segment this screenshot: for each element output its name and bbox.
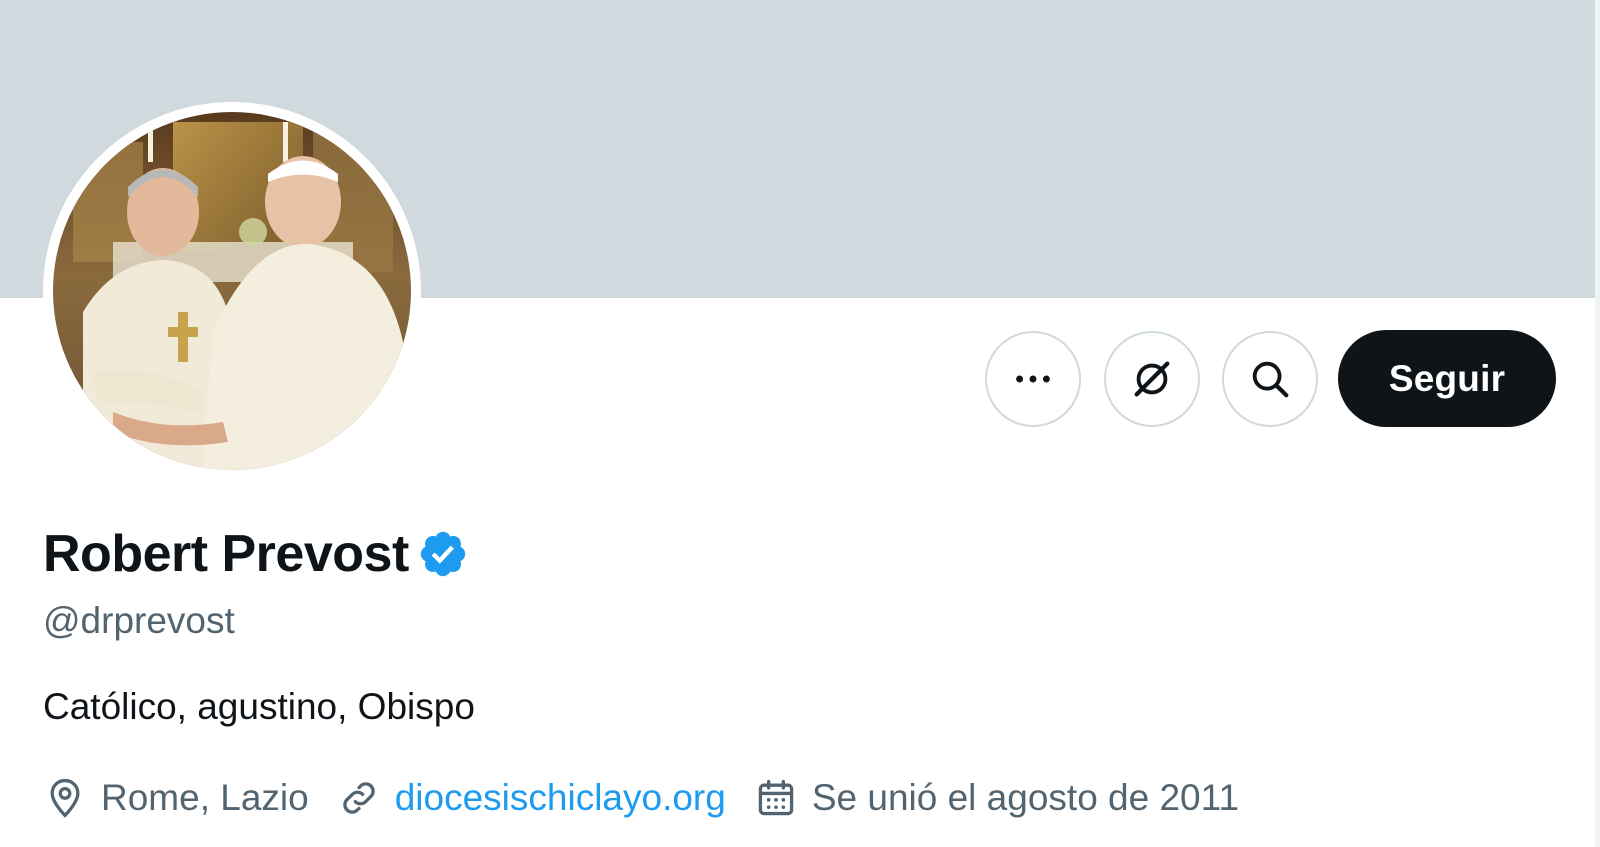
link-icon <box>342 782 375 814</box>
location-pin-icon <box>50 778 80 818</box>
location-text: Rome, Lazio <box>101 777 309 818</box>
avatar-photo <box>53 112 411 470</box>
website-item: diocesischiclayo.org <box>337 776 726 820</box>
scrollbar-track[interactable] <box>1595 0 1600 847</box>
profile-handle: @drprevost <box>43 600 235 641</box>
search-profile-button[interactable] <box>1222 331 1318 427</box>
more-button[interactable] <box>985 331 1081 427</box>
profile-page: Seguir Robert Prevost @drprevost Católic… <box>0 0 1600 847</box>
calendar-icon <box>758 779 794 816</box>
profile-name-row: Robert Prevost <box>43 522 469 586</box>
joined-item: Se unió el agosto de 2011 <box>754 776 1239 820</box>
follow-button[interactable]: Seguir <box>1338 330 1556 427</box>
website-link[interactable]: diocesischiclayo.org <box>395 777 726 819</box>
grok-icon <box>1134 361 1170 397</box>
search-icon <box>1252 361 1289 398</box>
profile-bio: Católico, agustino, Obispo <box>43 686 475 727</box>
profile-name: Robert Prevost <box>43 525 409 583</box>
location-item: Rome, Lazio <box>43 776 309 820</box>
profile-avatar[interactable] <box>43 102 421 480</box>
more-horizontal-icon <box>1016 375 1050 383</box>
verified-badge-icon[interactable] <box>417 528 469 580</box>
grok-button[interactable] <box>1104 331 1200 427</box>
joined-text: Se unió el agosto de 2011 <box>811 777 1240 818</box>
profile-meta: Rome, Lazio diocesischiclayo.org Se unió… <box>43 770 1267 826</box>
